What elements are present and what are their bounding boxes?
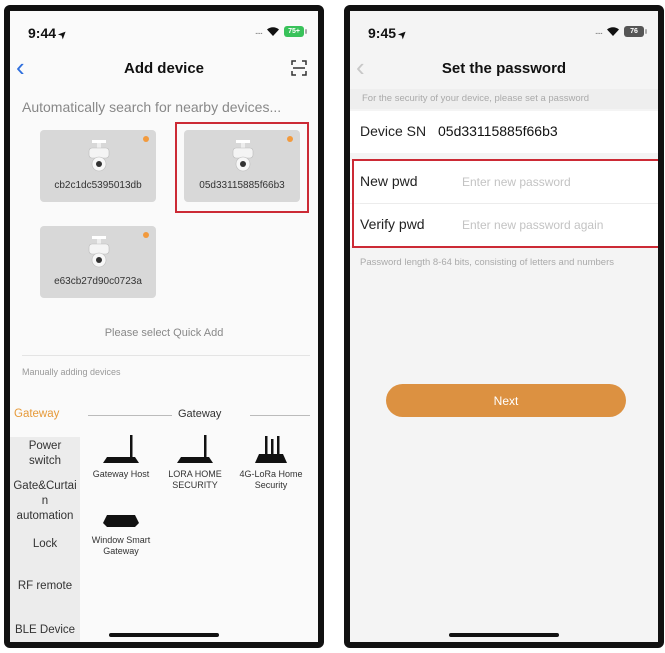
wifi-icon [267,27,279,36]
location-arrow-icon: ➤ [395,27,411,43]
status-bar: 9:45➤ .... 76 [350,11,658,51]
password-rule-note: Password length 8-64 bits, consisting of… [360,257,614,268]
scan-frame-icon[interactable] [290,59,308,77]
nav-bar: ‹ Add device [10,51,318,87]
gateway-box-icon [103,515,139,527]
category-tab-lock[interactable]: Lock [10,537,80,552]
nav-bar: ‹ Set the password [350,51,658,87]
security-hint-strip: For the security of your device, please … [350,89,658,109]
category-tab-rf-remote[interactable]: RF remote [10,579,80,594]
category-tab-gateway[interactable]: Gateway [10,393,80,437]
category-header-label: Gateway [178,408,222,420]
product-gateway-host[interactable]: Gateway Host [86,433,156,480]
status-time: 9:45➤ [368,25,411,43]
new-device-dot [143,136,149,142]
product-name: Window Smart Gateway [91,535,151,556]
product-lora-home-security[interactable]: LORA HOME SECURITY [160,433,230,491]
manual-add-label: Manually adding devices [22,367,121,377]
highlight-box [175,122,309,213]
location-arrow-icon: ➤ [55,27,71,43]
divider [22,355,310,356]
add-device-screen: 9:44➤ .... 75+ ‹ Add device Automaticall… [4,5,324,648]
device-sn-label: Device SN [360,123,427,139]
auto-search-text: Automatically search for nearby devices.… [22,99,282,115]
status-indicators: .... 75+ [254,25,307,37]
home-indicator[interactable] [109,633,219,637]
device-sn-row: Device SN 05d33115885f66b3 [350,111,658,153]
quick-add-text: Please select Quick Add [104,327,224,339]
category-sidebar: Gateway Power switch Gate&Curtai n autom… [10,393,80,642]
category-tab-ble-device[interactable]: BLE Device [10,623,80,638]
device-sn: cb2c1dc5395013db [54,180,142,191]
set-password-screen: 9:45➤ .... 76 ‹ Set the password For the… [344,5,664,648]
signal-icon: .... [594,25,603,37]
page-title: Add device [123,60,205,77]
found-device-card[interactable]: cb2c1dc5395013db [40,130,156,202]
found-device-card[interactable]: e63cb27d90c0723a [40,226,156,298]
product-window-smart-gateway[interactable]: Window Smart Gateway [86,511,156,557]
status-indicators: .... 76 [594,25,647,37]
product-4g-lora-home-security[interactable]: 4G-LoRa Home Security [236,433,306,491]
router-icon [177,435,213,463]
signal-icon: .... [254,25,263,37]
wifi-icon [607,27,619,36]
header-line [88,415,172,416]
battery-icon: 75+ [284,25,307,37]
next-button[interactable]: Next [386,384,626,417]
header-line [250,415,310,416]
category-tab-gate-curtain[interactable]: Gate&Curtai n automation [10,479,80,524]
device-sn: e63cb27d90c0723a [54,276,142,287]
category-tab-power-switch[interactable]: Power switch [10,439,80,469]
router-icon [103,435,139,463]
page-title: Set the password [441,60,567,77]
home-indicator[interactable] [449,633,559,637]
gateway-hub-icon [255,436,287,463]
battery-icon: 76 [624,25,647,37]
product-name: 4G-LoRa Home Security [239,469,303,490]
security-hint: For the security of your device, please … [362,93,590,104]
product-name: LORA HOME SECURITY [168,469,222,490]
category-header: Gateway [88,407,310,423]
highlight-box [352,159,658,248]
status-time: 9:44➤ [28,25,71,43]
device-sn-value: 05d33115885f66b3 [438,123,558,139]
product-name: Gateway Host [92,469,150,479]
new-device-dot [143,232,149,238]
ptz-camera-icon [88,140,110,172]
status-bar: 9:44➤ .... 75+ [10,11,318,51]
ptz-camera-icon [88,236,110,268]
